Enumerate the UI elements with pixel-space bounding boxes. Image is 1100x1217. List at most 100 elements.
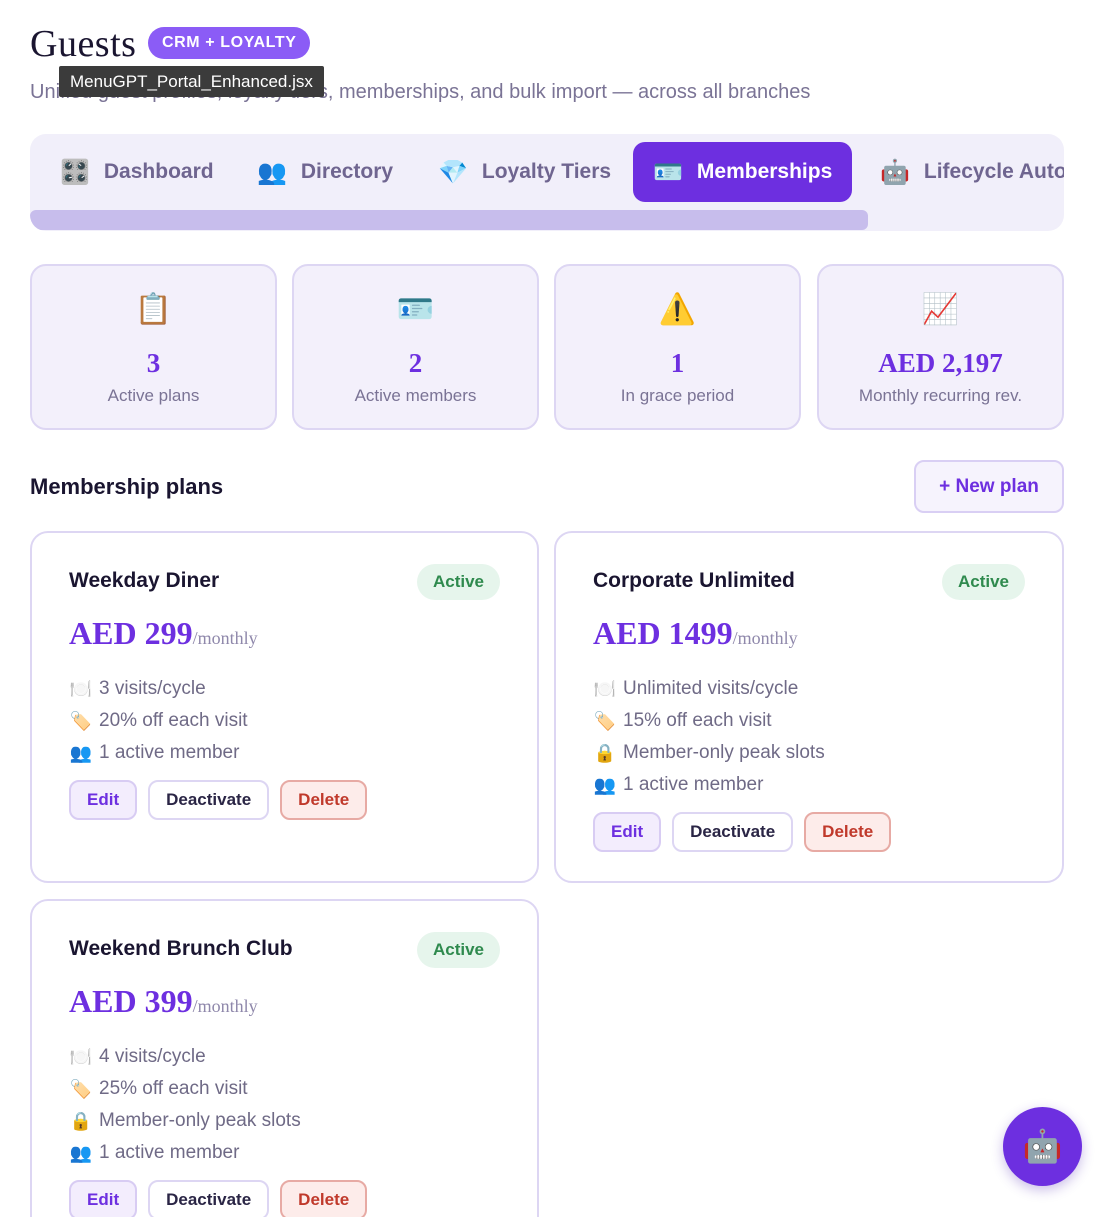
edit-button[interactable]: Edit xyxy=(69,780,138,820)
tab-label: Dashboard xyxy=(103,160,214,183)
feature-text: Member-only peak slots xyxy=(99,1110,301,1131)
stat-card-monthly-revenue: 📈 AED 2,197 Monthly recurring rev. xyxy=(817,264,1064,430)
page-title: Guests xyxy=(30,23,137,65)
status-badge: Active xyxy=(416,932,500,968)
plan-card-corporate-unlimited: Corporate Unlimited Active AED 1499/mont… xyxy=(554,531,1064,883)
price-period: /monthly xyxy=(732,628,798,648)
price-period: /monthly xyxy=(192,996,258,1016)
feature-item: 👥 1 active member xyxy=(69,737,248,769)
status-badge: Active xyxy=(941,564,1025,600)
feature-item: 🍽️ 4 visits/cycle xyxy=(69,1041,301,1073)
tab-loyalty-tiers[interactable]: 💎 Loyalty Tiers xyxy=(418,142,631,202)
crm-loyalty-badge: CRM + LOYALTY xyxy=(148,27,311,59)
lock-icon: 🔒 xyxy=(593,742,617,763)
robot-icon: 🤖 xyxy=(880,158,910,186)
tab-scrollbar[interactable] xyxy=(30,210,868,230)
feature-text: 3 visits/cycle xyxy=(99,678,206,699)
feature-text: 1 active member xyxy=(623,774,764,795)
edit-button[interactable]: Edit xyxy=(69,1180,138,1217)
feature-item: 🔒 Member-only peak slots xyxy=(69,1105,301,1137)
stat-label: In grace period xyxy=(620,386,735,405)
tab-dashboard[interactable]: 🎛️ Dashboard xyxy=(40,142,234,202)
robot-icon: 🤖 xyxy=(1022,1128,1063,1164)
deactivate-button[interactable]: Deactivate xyxy=(148,1180,270,1217)
feature-item: 🍽️ Unlimited visits/cycle xyxy=(593,673,825,705)
tag-icon: 🏷️ xyxy=(69,710,93,731)
feature-text: 1 active member xyxy=(99,742,240,763)
delete-button[interactable]: Delete xyxy=(804,812,892,852)
plan-price: AED 299/monthly xyxy=(69,615,258,652)
feature-text: 1 active member xyxy=(99,1142,240,1163)
plan-name: Weekend Brunch Club xyxy=(69,937,293,960)
gem-icon: 💎 xyxy=(438,158,468,186)
feature-item: 🔒 Member-only peak slots xyxy=(593,737,825,769)
edit-button[interactable]: Edit xyxy=(593,812,662,852)
price-amount: AED 1499 xyxy=(593,615,733,651)
new-plan-button[interactable]: + New plan xyxy=(914,460,1064,513)
stat-value: 2 xyxy=(408,348,423,378)
plan-name: Weekday Diner xyxy=(69,569,220,592)
stat-label: Monthly recurring rev. xyxy=(858,386,1023,405)
price-period: /monthly xyxy=(192,628,258,648)
deactivate-button[interactable]: Deactivate xyxy=(148,780,270,820)
feature-text: Member-only peak slots xyxy=(623,742,825,763)
tab-directory[interactable]: 👥 Directory xyxy=(237,142,413,202)
feature-item: 👥 1 active member xyxy=(69,1137,301,1169)
deactivate-button[interactable]: Deactivate xyxy=(672,812,794,852)
feature-text: 4 visits/cycle xyxy=(99,1046,206,1067)
clipboard-icon: 📋 xyxy=(134,293,173,326)
tab-label: Lifecycle Autor xyxy=(923,160,1064,183)
tag-icon: 🏷️ xyxy=(593,710,617,731)
feature-text: 20% off each visit xyxy=(99,710,248,731)
stat-value: 1 xyxy=(670,348,685,378)
status-badge: Active xyxy=(416,564,500,600)
plan-price: AED 399/monthly xyxy=(69,983,258,1020)
tab-lifecycle-automation[interactable]: 🤖 Lifecycle Autor xyxy=(860,142,1064,202)
dashboard-icon: 🎛️ xyxy=(60,158,90,186)
tab-bar: 🎛️ Dashboard 👥 Directory 💎 Loyalty Tiers… xyxy=(30,134,1064,231)
tab-label: Directory xyxy=(300,160,394,183)
stat-value: 3 xyxy=(146,348,161,378)
plan-actions: Edit Deactivate Delete xyxy=(593,812,892,852)
tag-icon: 🏷️ xyxy=(69,1078,93,1099)
stat-card-active-plans: 📋 3 Active plans xyxy=(30,264,277,430)
section-title: Membership plans xyxy=(30,474,224,499)
plan-name: Corporate Unlimited xyxy=(593,569,795,592)
feature-text: 15% off each visit xyxy=(623,710,772,731)
people-icon: 👥 xyxy=(593,774,617,795)
people-icon: 👥 xyxy=(257,158,287,186)
stat-label: Active members xyxy=(354,386,477,405)
feature-text: Unlimited visits/cycle xyxy=(623,678,799,699)
lock-icon: 🔒 xyxy=(69,1110,93,1131)
plan-price: AED 1499/monthly xyxy=(593,615,798,652)
feature-list: 🍽️ 3 visits/cycle 🏷️ 20% off each visit 👥 1… xyxy=(69,673,248,769)
id-card-icon: 🪪 xyxy=(653,158,683,186)
delete-button[interactable]: Delete xyxy=(280,1180,368,1217)
feature-item: 🏷️ 25% off each visit xyxy=(69,1073,301,1105)
stat-label: Active plans xyxy=(107,386,200,405)
assistant-fab-button[interactable]: 🤖 xyxy=(1003,1107,1082,1186)
plan-card-weekday-diner: Weekday Diner Active AED 299/monthly 🍽️ 3… xyxy=(30,531,539,883)
plate-icon: 🍽️ xyxy=(593,678,617,699)
feature-item: 🍽️ 3 visits/cycle xyxy=(69,673,248,705)
price-amount: AED 399 xyxy=(69,983,193,1019)
tab-label: Loyalty Tiers xyxy=(481,160,612,183)
file-tooltip: MenuGPT_Portal_Enhanced.jsx xyxy=(59,66,324,97)
feature-item: 🏷️ 20% off each visit xyxy=(69,705,248,737)
chart-up-icon: 📈 xyxy=(921,293,960,326)
people-icon: 👥 xyxy=(69,1142,93,1163)
feature-text: 25% off each visit xyxy=(99,1078,248,1099)
plan-card-weekend-brunch-club: Weekend Brunch Club Active AED 399/month… xyxy=(30,899,539,1217)
feature-item: 🏷️ 15% off each visit xyxy=(593,705,825,737)
feature-item: 👥 1 active member xyxy=(593,769,825,801)
stat-card-active-members: 🪪 2 Active members xyxy=(292,264,539,430)
people-icon: 👥 xyxy=(69,742,93,763)
delete-button[interactable]: Delete xyxy=(280,780,368,820)
stat-value: AED 2,197 xyxy=(878,348,1003,378)
tab-memberships[interactable]: 🪪 Memberships xyxy=(633,142,853,202)
feature-list: 🍽️ Unlimited visits/cycle 🏷️ 15% off each … xyxy=(593,673,825,801)
id-card-icon: 🪪 xyxy=(396,293,435,326)
warning-icon: ⚠️ xyxy=(658,293,697,326)
plan-actions: Edit Deactivate Delete xyxy=(69,780,368,820)
feature-list: 🍽️ 4 visits/cycle 🏷️ 25% off each visit 🔒 M… xyxy=(69,1041,301,1169)
